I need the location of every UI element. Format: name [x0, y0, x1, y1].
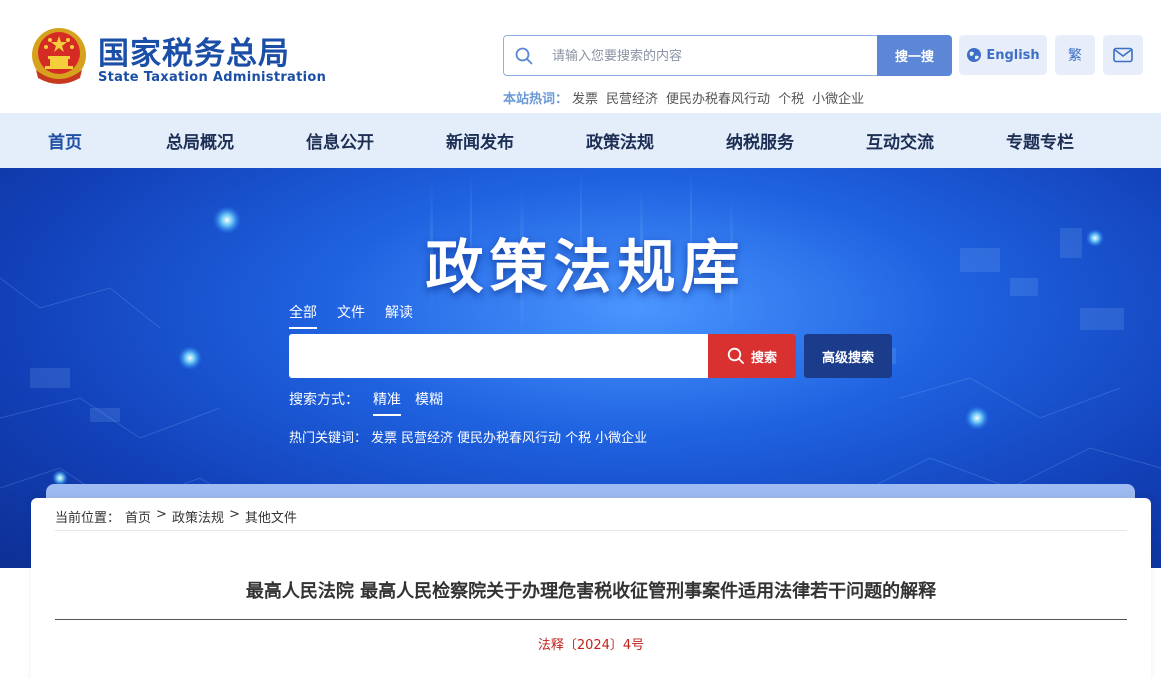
site-hot-word-link[interactable]: 个税: [778, 88, 804, 107]
search-mode-fuzzy[interactable]: 模糊: [415, 389, 443, 416]
globe-icon: [967, 48, 982, 62]
breadcrumb-other-documents[interactable]: 其他文件: [245, 507, 297, 526]
site-hot-word-link[interactable]: 小微企业: [812, 88, 864, 107]
breadcrumb-separator: >: [228, 507, 240, 522]
site-hot-words-label: 本站热词：: [503, 92, 569, 107]
search-mode-label: 搜索方式：: [289, 392, 359, 408]
mail-button[interactable]: [1103, 35, 1143, 75]
traditional-chinese-button[interactable]: 繁: [1055, 35, 1095, 75]
banner-hot-keyword-link[interactable]: 民营经济: [401, 427, 453, 446]
banner-hot-keyword-link[interactable]: 便民办税春风行动: [457, 427, 561, 446]
logo-english-text[interactable]: State Taxation Administration: [98, 70, 326, 85]
tab-all[interactable]: 全部: [289, 302, 317, 329]
logo-chinese-text[interactable]: 国家税务总局: [98, 28, 290, 73]
main-nav: 首页 总局概况 信息公开 新闻发布 政策法规 纳税服务 互动交流 专题专栏: [0, 113, 1161, 168]
breadcrumb: 当前位置： 首页 > 政策法规 > 其他文件: [55, 507, 297, 526]
policy-search-button[interactable]: 搜索: [708, 334, 796, 378]
breadcrumb-policy[interactable]: 政策法规: [172, 507, 224, 526]
site-hot-word-link[interactable]: 便民办税春风行动: [666, 88, 770, 107]
nav-item-news[interactable]: 新闻发布: [410, 113, 550, 168]
nav-item-disclosure[interactable]: 信息公开: [270, 113, 410, 168]
policy-search-button-label: 搜索: [750, 350, 777, 366]
breadcrumb-home[interactable]: 首页: [125, 507, 151, 526]
document-card: 当前位置： 首页 > 政策法规 > 其他文件 最高人民法院 最高人民检察院关于办…: [31, 498, 1151, 678]
banner-hot-keywords: 热门关键词： 发票 民营经济 便民办税春风行动 个税 小微企业: [289, 427, 647, 446]
site-search-button[interactable]: 搜一搜: [877, 35, 952, 76]
banner-hot-keyword-link[interactable]: 小微企业: [595, 427, 647, 446]
document-number: 法释〔2024〕4号: [537, 638, 645, 653]
national-emblem-icon[interactable]: [30, 26, 88, 86]
search-scope-tabs: 全部 文件 解读: [289, 302, 413, 329]
banner-hot-keywords-label: 热门关键词：: [289, 431, 368, 446]
card-top-strip: [46, 484, 1135, 498]
nav-item-tax-service[interactable]: 纳税服务: [690, 113, 830, 168]
search-mode: 搜索方式： 精准 模糊: [289, 389, 443, 416]
site-hot-words: 本站热词： 发票 民营经济 便民办税春风行动 个税 小微企业: [503, 88, 864, 107]
nav-item-policy[interactable]: 政策法规: [550, 113, 690, 168]
banner-hot-keyword-link[interactable]: 发票: [371, 427, 397, 446]
policy-search-input[interactable]: [289, 334, 689, 378]
site-search-box: 搜一搜: [503, 35, 952, 76]
site-search-input[interactable]: [552, 44, 872, 68]
search-icon: [515, 47, 533, 65]
breadcrumb-divider: [55, 530, 1127, 531]
site-hot-word-link[interactable]: 发票: [572, 88, 598, 107]
nav-item-home[interactable]: 首页: [0, 113, 130, 168]
search-mode-exact[interactable]: 精准: [373, 389, 401, 416]
document-title: 最高人民法院 最高人民检察院关于办理危害税收征管刑事案件适用法律若干问题的解释: [245, 581, 937, 602]
english-button-label: English: [986, 47, 1040, 63]
english-button[interactable]: English: [959, 35, 1047, 75]
banner-title: 政策法规库: [425, 233, 746, 301]
nav-item-interaction[interactable]: 互动交流: [830, 113, 970, 168]
advanced-search-button[interactable]: 高级搜索: [804, 334, 892, 378]
breadcrumb-separator: >: [156, 507, 167, 522]
nav-item-overview[interactable]: 总局概况: [130, 113, 270, 168]
title-divider: [55, 619, 1127, 620]
tab-interpretations[interactable]: 解读: [385, 302, 413, 329]
tab-documents[interactable]: 文件: [337, 302, 365, 329]
policy-search-box: [289, 334, 709, 378]
breadcrumb-label: 当前位置：: [55, 511, 121, 526]
search-icon: [727, 347, 744, 364]
banner-hot-keyword-link[interactable]: 个税: [565, 427, 591, 446]
site-hot-word-link[interactable]: 民营经济: [606, 88, 658, 107]
site-header: 国家税务总局 State Taxation Administration 搜一搜…: [0, 0, 1161, 113]
mail-icon: [1113, 47, 1133, 63]
nav-item-topics[interactable]: 专题专栏: [970, 113, 1110, 168]
